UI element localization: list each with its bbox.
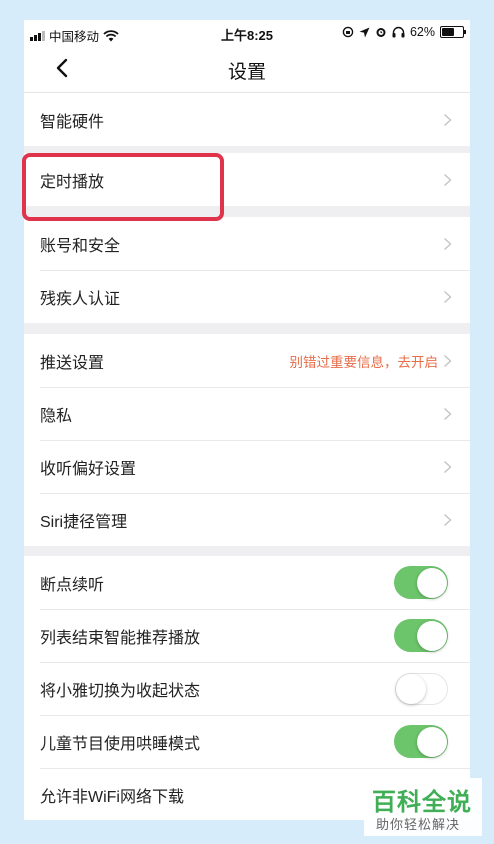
toggle-knob bbox=[396, 673, 426, 704]
row-label: 账号和安全 bbox=[40, 237, 121, 255]
chevron-right-icon bbox=[444, 460, 452, 474]
chevron-right-icon bbox=[444, 290, 452, 304]
location-icon bbox=[359, 27, 370, 37]
settings-row-collapse-xiaoya: 将小雅切换为收起状态 bbox=[24, 662, 470, 715]
row-label: 隐私 bbox=[40, 407, 73, 425]
battery-icon bbox=[440, 26, 466, 38]
settings-group-preferences: 推送设置 别错过重要信息，去开启 隐私 收听偏好设置 Siri捷径管理 bbox=[24, 334, 470, 546]
settings-row-push-settings[interactable]: 推送设置 别错过重要信息，去开启 bbox=[24, 334, 470, 387]
resume-playback-toggle[interactable] bbox=[394, 566, 448, 599]
row-label: 将小雅切换为收起状态 bbox=[40, 682, 201, 700]
alarm-icon bbox=[376, 28, 386, 37]
row-label: 残疾人认证 bbox=[40, 290, 121, 308]
watermark-title: 百科全说 bbox=[372, 789, 472, 816]
settings-row-smart-hardware[interactable]: 智能硬件 bbox=[24, 93, 470, 146]
settings-row-listening-preferences[interactable]: 收听偏好设置 bbox=[24, 440, 470, 493]
row-label: Siri捷径管理 bbox=[40, 513, 128, 531]
settings-row-kids-sleep-mode: 儿童节目使用哄睡模式 bbox=[24, 715, 470, 768]
settings-row-siri-shortcuts[interactable]: Siri捷径管理 bbox=[24, 493, 470, 546]
row-label: 推送设置 bbox=[40, 354, 105, 372]
settings-row-privacy[interactable]: 隐私 bbox=[24, 387, 470, 440]
watermark: 百科全说 助你轻松解决 bbox=[364, 778, 482, 836]
settings-group-account: 账号和安全 残疾人认证 bbox=[24, 217, 470, 323]
collapse-xiaoya-toggle[interactable] bbox=[395, 672, 448, 705]
row-label: 收听偏好设置 bbox=[40, 460, 137, 478]
row-label: 智能硬件 bbox=[40, 113, 105, 131]
settings-row-disability-verification[interactable]: 残疾人认证 bbox=[24, 270, 470, 323]
chevron-right-icon bbox=[444, 513, 452, 527]
settings-row-account-security[interactable]: 账号和安全 bbox=[24, 217, 470, 270]
watermark-subtitle: 助你轻松解决 bbox=[376, 817, 461, 832]
settings-group-hardware: 智能硬件 bbox=[24, 93, 470, 146]
chevron-right-icon bbox=[444, 354, 452, 368]
toggle-knob bbox=[416, 620, 447, 651]
orientation-lock-icon bbox=[342, 26, 354, 38]
settings-row-smart-recommend: 列表结束智能推荐播放 bbox=[24, 609, 470, 662]
row-label: 断点续听 bbox=[40, 576, 105, 594]
settings-row-resume-playback: 断点续听 bbox=[24, 556, 470, 609]
row-label: 允许非WiFi网络下载 bbox=[40, 788, 184, 806]
chevron-right-icon bbox=[444, 113, 452, 127]
row-label: 儿童节目使用哄睡模式 bbox=[40, 735, 201, 753]
toggle-knob bbox=[416, 726, 447, 757]
row-label: 列表结束智能推荐播放 bbox=[40, 629, 201, 647]
battery-percent: 62% bbox=[409, 25, 435, 39]
nav-bar: 设置 bbox=[24, 46, 470, 93]
toggle-knob bbox=[416, 567, 447, 598]
headphones-icon bbox=[392, 26, 405, 38]
page-title: 设置 bbox=[227, 62, 266, 83]
kids-sleep-mode-toggle[interactable] bbox=[394, 725, 448, 758]
chevron-right-icon bbox=[444, 173, 452, 187]
battery-fill bbox=[442, 28, 455, 36]
chevron-right-icon bbox=[444, 237, 452, 251]
status-bar: 中国移动 上午8:25 62% bbox=[24, 20, 470, 46]
highlight-box bbox=[22, 153, 224, 221]
smart-recommend-toggle[interactable] bbox=[394, 619, 448, 652]
phone-screen: 中国移动 上午8:25 62% 设置 智能硬件 定时播放 账号和安全 残疾人认证… bbox=[24, 20, 470, 820]
chevron-right-icon bbox=[444, 407, 452, 421]
push-hint-text: 别错过重要信息，去开启 bbox=[289, 354, 439, 370]
